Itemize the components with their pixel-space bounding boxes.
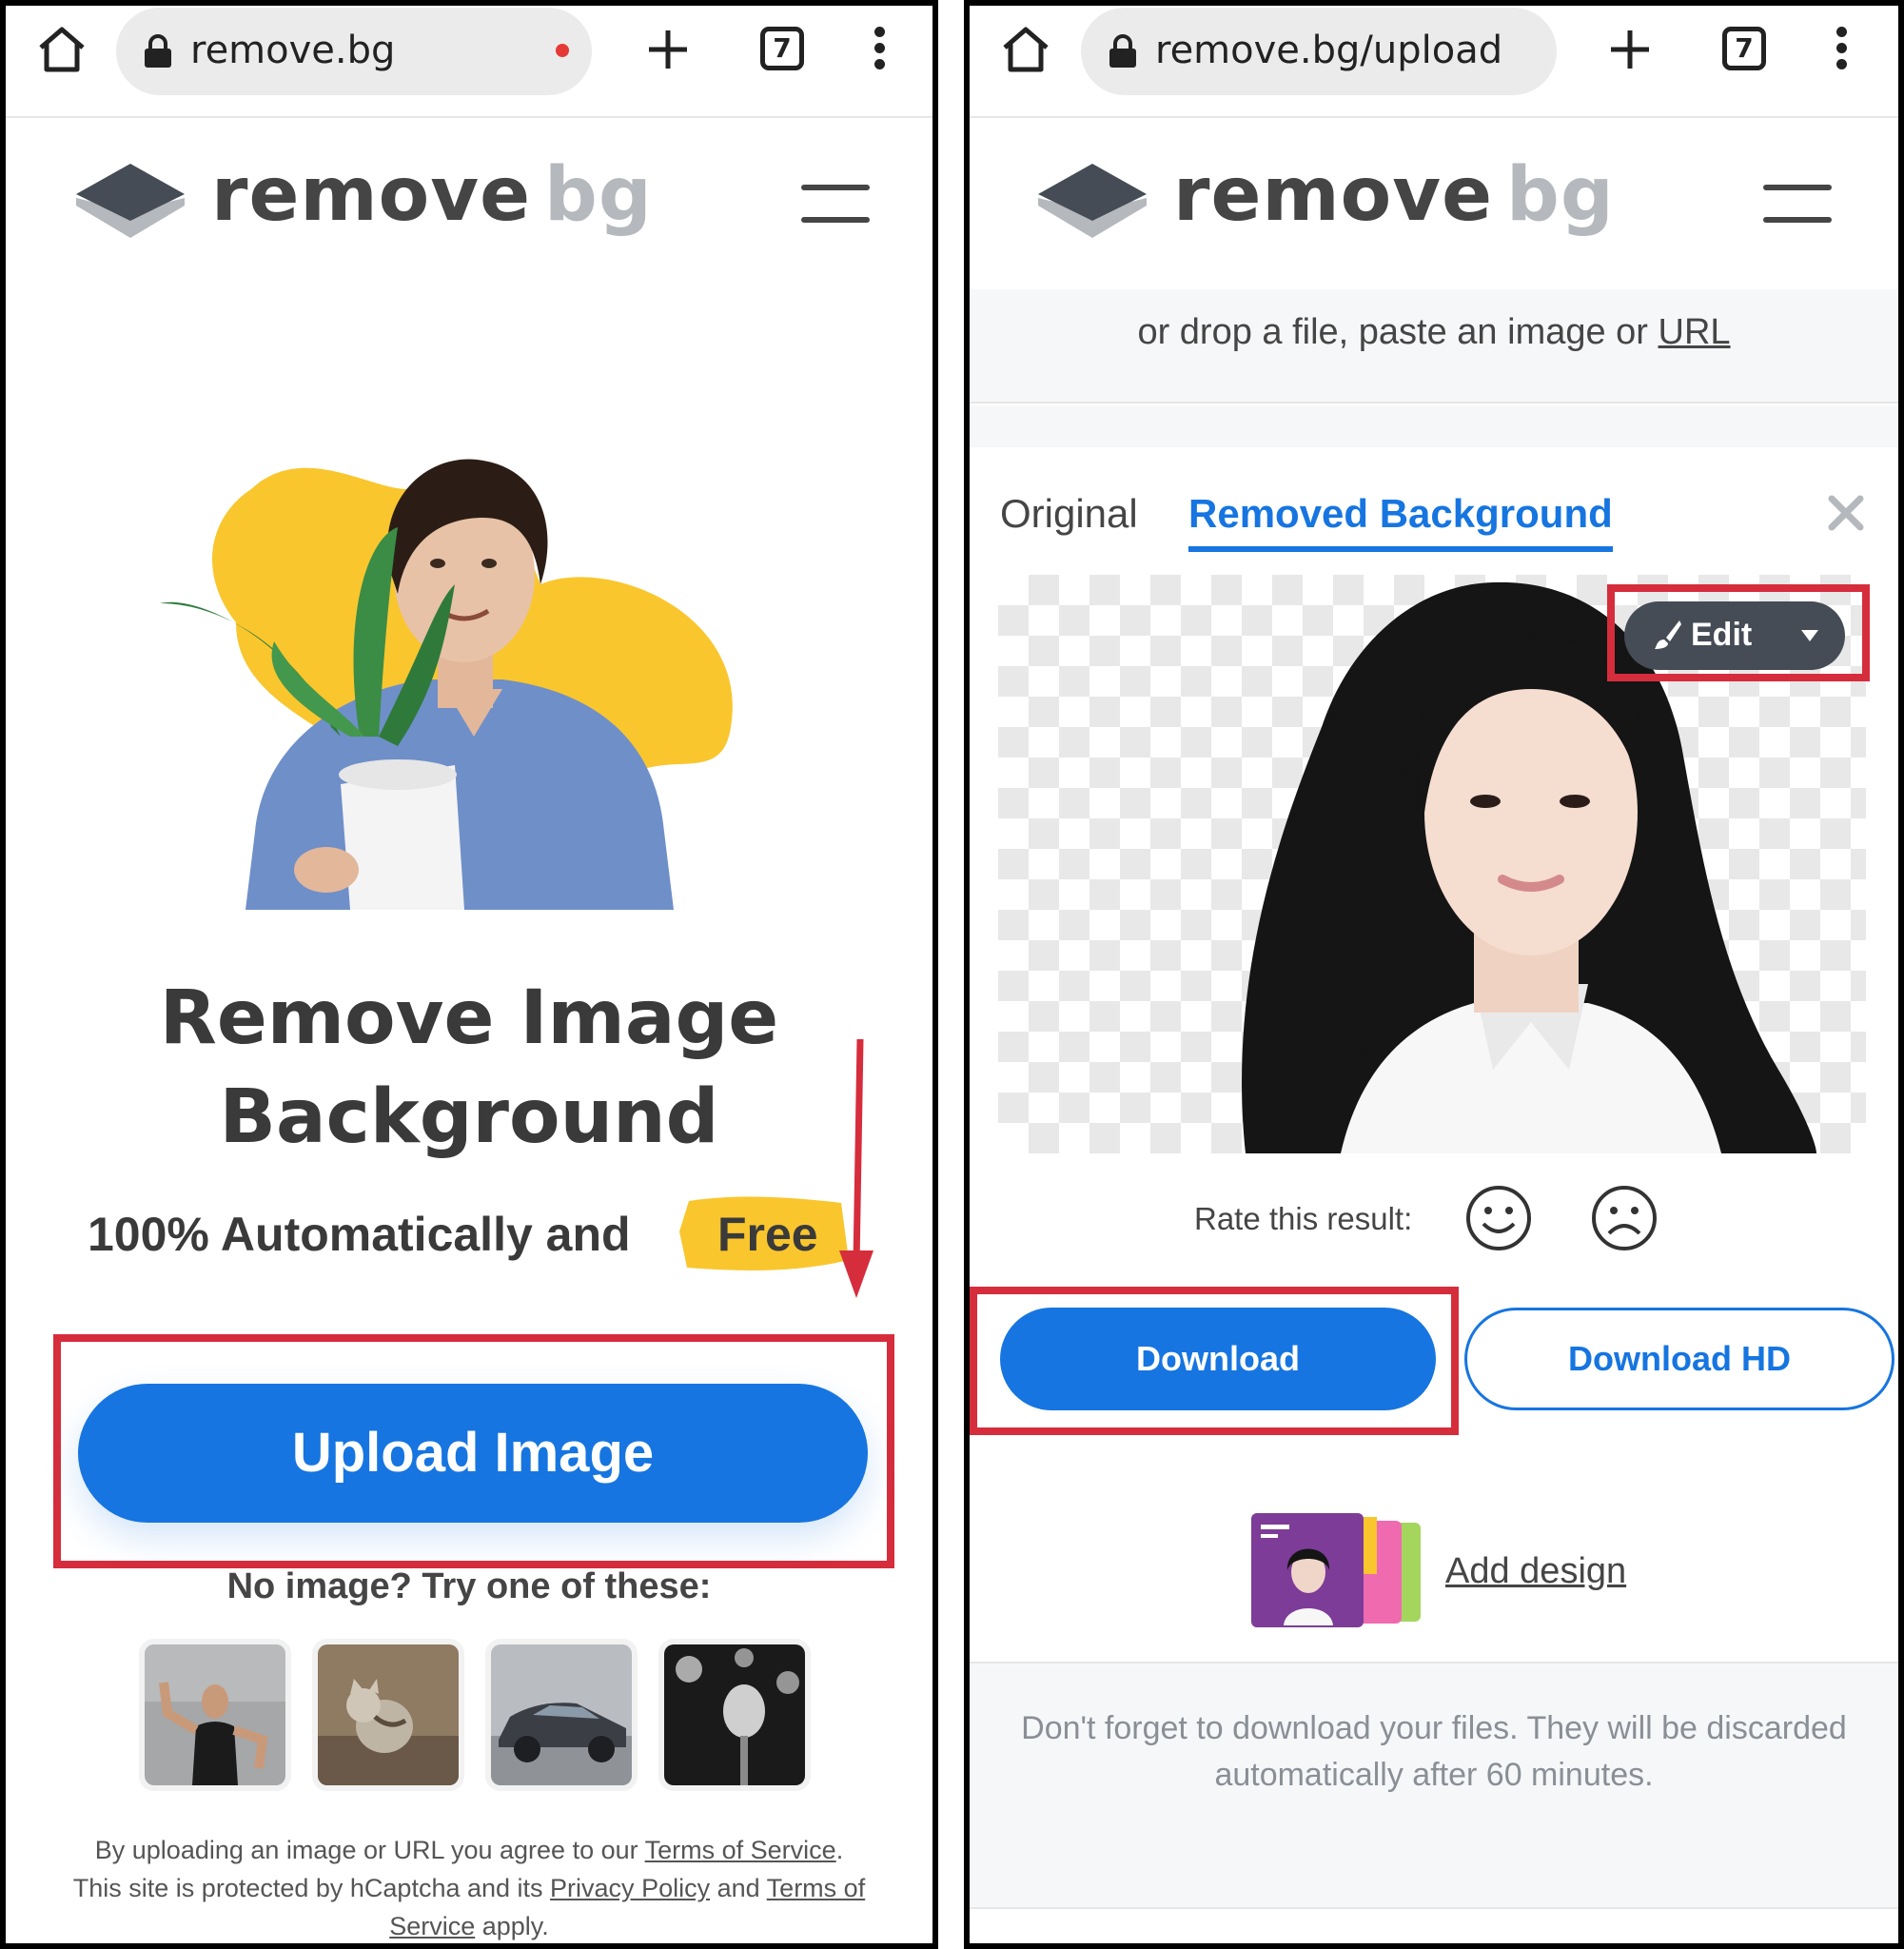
- logo-text[interactable]: remove bg: [1173, 152, 1615, 238]
- sample-images: [139, 1639, 824, 1791]
- drop-area[interactable]: or drop a file, paste an image or URL: [970, 289, 1898, 404]
- sample-car[interactable]: [485, 1639, 638, 1791]
- browser-toolbar: remove.bg/upload 7: [970, 6, 1898, 118]
- tab-removed-background[interactable]: Removed Background: [1188, 491, 1613, 552]
- sample-woman[interactable]: [139, 1639, 291, 1791]
- sample-prompt: No image? Try one of these:: [226, 1566, 712, 1606]
- smile-icon[interactable]: [1464, 1184, 1533, 1252]
- legal-text: By uploading an image or URL you agree t…: [72, 1836, 866, 1940]
- left-phone-screenshot: remove.bg 7 remove bg Remove Image Backgro…: [0, 0, 938, 1949]
- close-icon[interactable]: [1826, 493, 1866, 533]
- add-design-link[interactable]: Add design: [1445, 1551, 1626, 1592]
- right-phone-screenshot: remove.bg/upload 7 remove bg or drop a fi…: [964, 0, 1904, 1949]
- edit-label: Edit: [1691, 617, 1753, 653]
- page-title: Remove Image Background: [159, 975, 779, 1160]
- sample-cat[interactable]: [312, 1639, 464, 1791]
- hamburger-icon[interactable]: [801, 185, 870, 223]
- download-hd-button[interactable]: Download HD: [1464, 1308, 1894, 1410]
- removebg-logo-icon[interactable]: [1036, 162, 1148, 240]
- lock-icon: [145, 34, 171, 68]
- url-link[interactable]: URL: [1659, 312, 1731, 352]
- privacy-link[interactable]: Privacy Policy: [550, 1874, 710, 1902]
- brush-icon: [1655, 620, 1681, 649]
- removebg-logo-icon[interactable]: [74, 162, 186, 240]
- sample-microphone[interactable]: [658, 1639, 811, 1791]
- tab-original[interactable]: Original: [1000, 491, 1138, 537]
- hero-image: [160, 459, 733, 910]
- edit-button[interactable]: Edit: [1624, 601, 1845, 670]
- caret-down-icon[interactable]: [1801, 630, 1818, 641]
- drop-prompt: or drop a file, paste an image or URL: [1137, 312, 1731, 352]
- kebab-icon[interactable]: [872, 27, 887, 70]
- address-bar[interactable]: remove.bg: [116, 8, 592, 95]
- frown-icon[interactable]: [1590, 1184, 1659, 1252]
- tabs-icon[interactable]: 7: [1722, 27, 1766, 70]
- home-icon[interactable]: [36, 25, 88, 74]
- plus-icon[interactable]: [1607, 27, 1653, 72]
- recording-dot: [556, 44, 569, 57]
- logo-text[interactable]: remove bg: [211, 152, 653, 238]
- tagline: 100% Automatically and: [88, 1208, 631, 1261]
- url-text: remove.bg: [190, 29, 396, 72]
- site-header: remove bg: [970, 118, 1898, 289]
- url-text: remove.bg/upload: [1155, 29, 1503, 72]
- section-divider: [970, 405, 1898, 447]
- upload-image-button[interactable]: Upload Image: [78, 1384, 868, 1523]
- add-design-thumbnail[interactable]: [1251, 1513, 1426, 1627]
- free-label: Free: [717, 1208, 818, 1261]
- hamburger-icon[interactable]: [1763, 185, 1832, 223]
- lock-icon: [1109, 34, 1136, 68]
- discard-notice: Don't forget to download your files. The…: [1021, 1710, 1847, 1793]
- notice-section: Don't forget to download your files. The…: [970, 1662, 1898, 1909]
- address-bar[interactable]: remove.bg/upload: [1081, 8, 1557, 95]
- download-button[interactable]: Download: [1000, 1308, 1436, 1410]
- browser-toolbar: remove.bg 7: [6, 6, 932, 118]
- kebab-icon[interactable]: [1834, 27, 1849, 70]
- red-arrow: [839, 1039, 873, 1298]
- plus-icon[interactable]: [645, 27, 691, 72]
- tabs-icon[interactable]: 7: [760, 27, 804, 70]
- rate-label: Rate this result:: [1194, 1201, 1413, 1236]
- home-icon[interactable]: [1000, 25, 1051, 74]
- site-header: remove bg: [6, 118, 932, 289]
- terms-link[interactable]: Terms of Service: [645, 1836, 836, 1864]
